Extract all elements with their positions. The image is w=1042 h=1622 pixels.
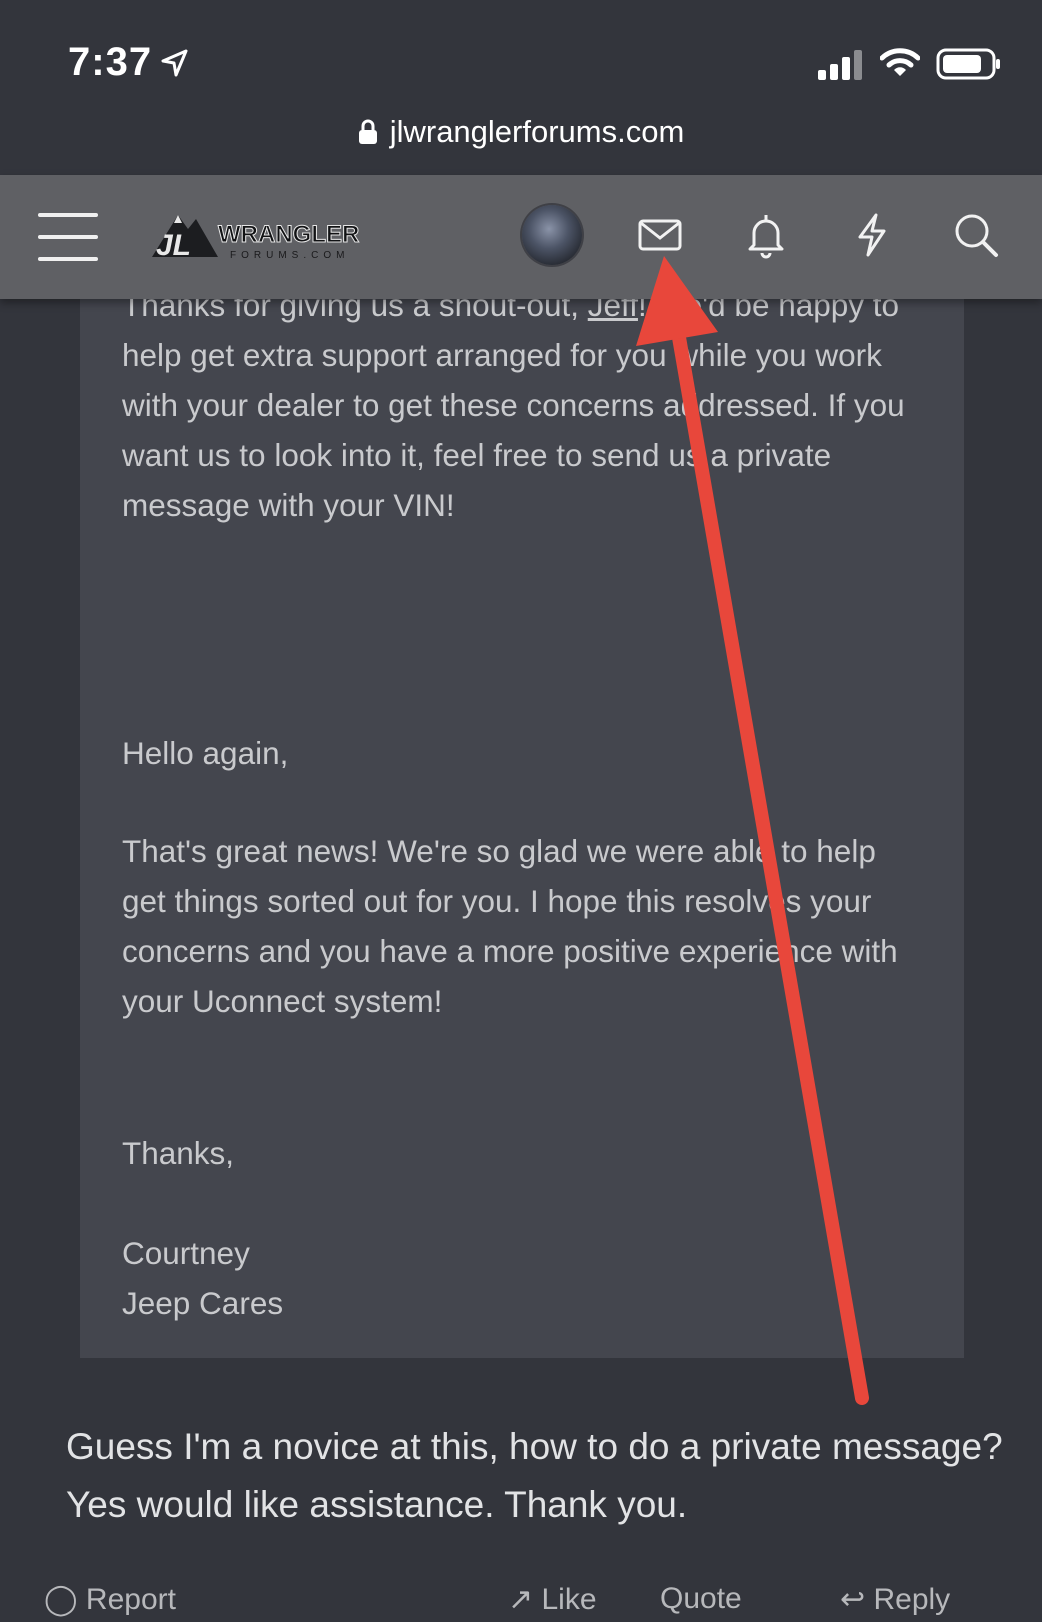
search-icon[interactable] xyxy=(952,211,1000,259)
quote-greeting: Hello again, xyxy=(122,735,289,771)
quote-signature-name: Courtney xyxy=(122,1235,250,1271)
mail-icon[interactable] xyxy=(636,211,684,259)
post-actions: ◯ Report ↗ Like Quote ↩ Reply xyxy=(0,1582,1042,1622)
battery-icon xyxy=(936,48,1000,80)
location-arrow-icon xyxy=(161,49,188,77)
logo-mark: JL xyxy=(156,229,191,262)
post-reply-text: Guess I'm a novice at this, how to do a … xyxy=(66,1426,1003,1525)
logo-wordmark: WRANGLER xyxy=(218,221,359,248)
quote-button[interactable]: Quote xyxy=(660,1582,742,1616)
quote-signature-org: Jeep Cares xyxy=(122,1285,284,1321)
status-time: 7:37 xyxy=(68,40,153,84)
cellular-signal-icon xyxy=(818,50,862,80)
url-text: jlwranglerforums.com xyxy=(389,114,685,149)
bell-icon[interactable] xyxy=(742,211,790,259)
user-avatar[interactable] xyxy=(522,205,582,265)
quote-body: That's great news! We're so glad we were… xyxy=(122,833,898,1019)
status-bar: 7:37 jlwranglerforums.com xyxy=(0,0,1042,149)
url-bar[interactable]: jlwranglerforums.com xyxy=(0,108,1042,156)
lock-icon xyxy=(358,119,377,144)
logo-subtext: FORUMS.COM xyxy=(230,250,349,261)
forum-header: JL WRANGLER FORUMS.COM xyxy=(0,175,1042,299)
quote-thanks: Thanks, xyxy=(122,1135,235,1171)
menu-icon[interactable] xyxy=(38,213,98,261)
quote-label: Quote xyxy=(660,1582,742,1615)
site-logo[interactable]: JL WRANGLER FORUMS.COM xyxy=(148,205,408,269)
quote-paragraph: Thanks for giving us a shout-out, Jeff! … xyxy=(122,280,922,530)
wifi-icon xyxy=(880,48,920,76)
bolt-icon[interactable] xyxy=(848,211,896,259)
